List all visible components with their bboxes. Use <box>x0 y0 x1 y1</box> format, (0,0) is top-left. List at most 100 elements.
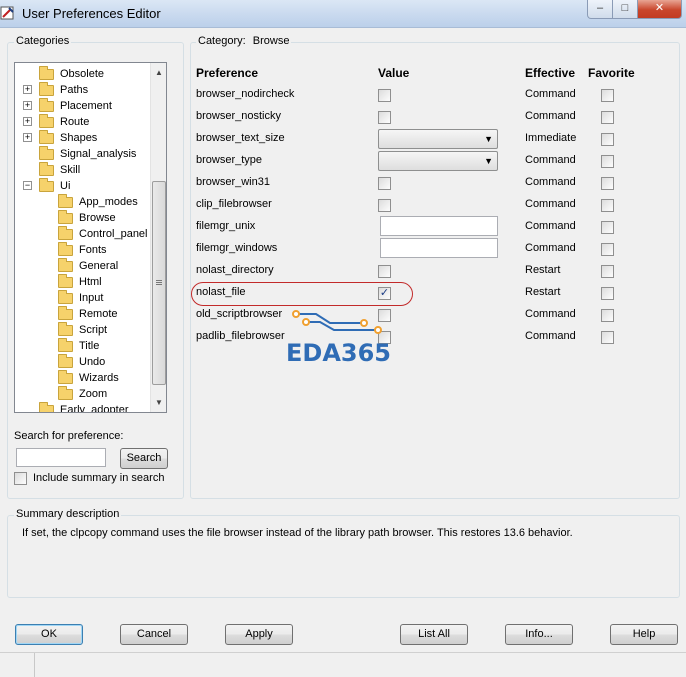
categories-label: Categories <box>14 35 72 47</box>
list-all-button[interactable]: List All <box>400 624 468 645</box>
favorite-checkbox[interactable] <box>601 287 614 300</box>
apply-button[interactable]: Apply <box>225 624 293 645</box>
scroll-thumb[interactable] <box>152 181 166 385</box>
favorite-checkbox[interactable] <box>601 177 614 190</box>
tree-item-label: General <box>79 260 119 272</box>
tree-item-label: Control_panel <box>79 228 148 240</box>
search-label: Search for preference: <box>14 430 124 442</box>
header-preference: Preference <box>196 66 259 80</box>
category-label-prefix: Category: <box>198 35 246 47</box>
folder-icon <box>39 130 54 144</box>
preference-name: browser_text_size <box>196 132 285 144</box>
preference-effective: Command <box>525 220 576 232</box>
search-input[interactable] <box>16 448 106 467</box>
collapse-icon[interactable]: − <box>23 181 32 190</box>
preference-name: filemgr_unix <box>196 220 256 232</box>
tree-item[interactable]: Obsolete <box>15 66 151 82</box>
tree-item[interactable]: + Placement <box>15 98 151 114</box>
highlight-oval <box>191 282 413 306</box>
preference-value-checkbox[interactable] <box>378 177 391 190</box>
tree-item-label: Signal_analysis <box>60 148 137 160</box>
tree-item[interactable]: General <box>15 258 151 274</box>
scroll-down-arrow-icon[interactable]: ▼ <box>151 395 166 411</box>
preference-value-input[interactable] <box>380 238 498 258</box>
favorite-checkbox[interactable] <box>601 243 614 256</box>
preference-name: browser_nodircheck <box>196 88 295 100</box>
tree-item[interactable]: Html <box>15 274 151 290</box>
info-button[interactable]: Info... <box>505 624 573 645</box>
folder-icon <box>58 386 73 400</box>
tree-item[interactable]: + Paths <box>15 82 151 98</box>
include-summary-label: Include summary in search <box>33 472 165 484</box>
preference-value-dropdown[interactable]: ▼ <box>378 129 498 149</box>
preference-value-checkbox[interactable] <box>378 199 391 212</box>
dropdown-arrow-icon[interactable]: ▼ <box>484 134 493 144</box>
close-button[interactable]: ✕ <box>638 0 682 19</box>
search-button[interactable]: Search <box>120 448 168 469</box>
expand-icon[interactable]: + <box>23 133 32 142</box>
preference-value-input[interactable] <box>380 216 498 236</box>
preference-effective: Command <box>525 308 576 320</box>
favorite-checkbox[interactable] <box>601 89 614 102</box>
favorite-checkbox[interactable] <box>601 199 614 212</box>
preference-name: padlib_filebrowser <box>196 330 285 342</box>
tree-item-label: Placement <box>60 100 112 112</box>
tree-item[interactable]: Skill <box>15 162 151 178</box>
scroll-up-arrow-icon[interactable]: ▲ <box>151 65 166 81</box>
tree-item[interactable]: Script <box>15 322 151 338</box>
preference-value-checkbox[interactable] <box>378 89 391 102</box>
tree-item[interactable]: Zoom <box>15 386 151 402</box>
tree-item-label: Fonts <box>79 244 107 256</box>
tree-item[interactable]: Browse <box>15 210 151 226</box>
tree-item[interactable]: Title <box>15 338 151 354</box>
favorite-checkbox[interactable] <box>601 331 614 344</box>
header-effective: Effective <box>525 66 576 80</box>
tree-item-label: Ui <box>60 180 71 192</box>
folder-icon <box>39 98 54 112</box>
preference-effective: Command <box>525 154 576 166</box>
folder-icon <box>39 146 54 160</box>
favorite-checkbox[interactable] <box>601 133 614 146</box>
help-button[interactable]: Help <box>610 624 678 645</box>
favorite-checkbox[interactable] <box>601 155 614 168</box>
dropdown-arrow-icon[interactable]: ▼ <box>484 156 493 166</box>
favorite-checkbox[interactable] <box>601 111 614 124</box>
preference-name: browser_type <box>196 154 263 166</box>
preference-value-checkbox[interactable] <box>378 265 391 278</box>
tree-item[interactable]: + Route <box>15 114 151 130</box>
minimize-button[interactable]: – <box>587 0 613 19</box>
tree-item[interactable]: − Ui <box>15 178 151 194</box>
expand-icon[interactable]: + <box>23 85 32 94</box>
tree-item[interactable]: Input <box>15 290 151 306</box>
preference-value-dropdown[interactable]: ▼ <box>378 151 498 171</box>
preference-name: filemgr_windows <box>196 242 278 254</box>
status-bar <box>0 652 686 677</box>
tree-item[interactable]: Undo <box>15 354 151 370</box>
tree-item[interactable]: App_modes <box>15 194 151 210</box>
tree-item[interactable]: + Shapes <box>15 130 151 146</box>
tree-scrollbar[interactable]: ▲ ▼ <box>150 63 166 412</box>
tree-item[interactable]: Signal_analysis <box>15 146 151 162</box>
category-tree[interactable]: Early_adopter Zoom Wizards Undo Title Script R… <box>14 62 167 413</box>
favorite-checkbox[interactable] <box>601 265 614 278</box>
preference-effective: Immediate <box>525 132 577 144</box>
tree-item-label: Input <box>79 292 104 304</box>
tree-item[interactable]: Fonts <box>15 242 151 258</box>
expand-icon[interactable]: + <box>23 101 32 110</box>
favorite-checkbox[interactable] <box>601 221 614 234</box>
favorite-checkbox[interactable] <box>601 309 614 322</box>
preference-value-checkbox[interactable] <box>378 111 391 124</box>
header-value: Value <box>378 66 410 80</box>
tree-item[interactable]: Wizards <box>15 370 151 386</box>
preference-effective: Restart <box>525 286 561 298</box>
tree-item-label: Zoom <box>79 388 108 400</box>
tree-item[interactable]: Remote <box>15 306 151 322</box>
tree-item-label: Skill <box>60 164 81 176</box>
ok-button[interactable]: OK <box>15 624 83 645</box>
expand-icon[interactable]: + <box>23 117 32 126</box>
include-summary-checkbox[interactable] <box>14 472 27 485</box>
tree-item[interactable]: Early_adopter <box>15 402 151 412</box>
tree-item[interactable]: Control_panel <box>15 226 151 242</box>
maximize-button[interactable]: □ <box>613 0 638 19</box>
cancel-button[interactable]: Cancel <box>120 624 188 645</box>
